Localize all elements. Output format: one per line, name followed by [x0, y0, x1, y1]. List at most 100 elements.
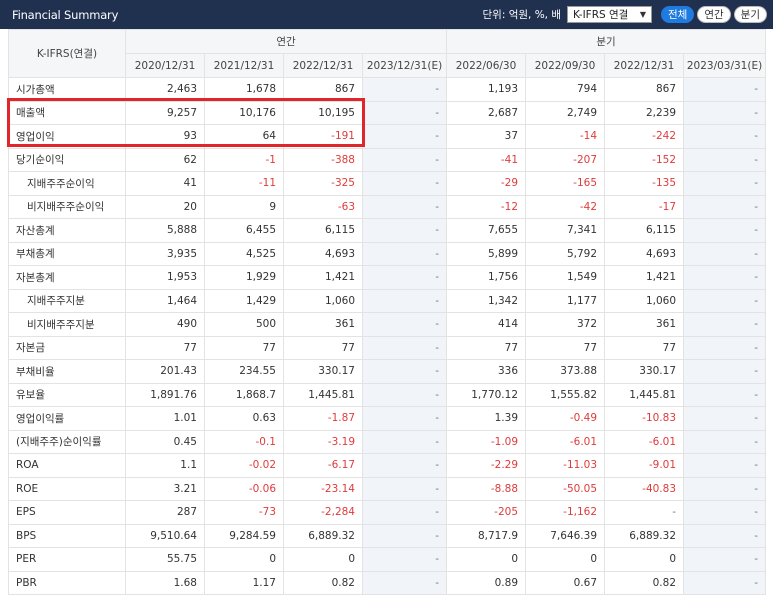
table-cell: 37	[446, 124, 527, 149]
row-label: 영업이익률	[8, 406, 126, 431]
table-cell: 1.68	[125, 570, 205, 595]
row-label: 당기순이익	[8, 147, 126, 172]
table-cell: -29	[446, 171, 527, 196]
table-cell: 41	[125, 171, 205, 196]
table-cell: -12	[446, 194, 527, 219]
table-cell: 64	[204, 124, 284, 149]
table-cell: -	[361, 288, 448, 313]
table-cell: -1	[204, 147, 284, 172]
table-cell: 0	[525, 547, 606, 572]
table-cell: 0.89	[446, 570, 527, 595]
table-cell: -	[683, 218, 767, 243]
table-cell: 10,195	[283, 100, 363, 125]
table-cell: 330.17	[604, 359, 685, 384]
table-cell: 0.82	[283, 570, 363, 595]
button-quarter[interactable]: 분기	[733, 6, 767, 23]
table-cell: 5,899	[446, 241, 527, 266]
table-cell: -	[683, 171, 767, 196]
table-cell: -	[361, 453, 448, 478]
table-cell: 0.82	[604, 570, 685, 595]
table-cell: -1,162	[525, 500, 606, 525]
table-cell: -10.83	[604, 406, 685, 431]
row-label: BPS	[8, 523, 126, 548]
row-label: 부채비율	[8, 359, 126, 384]
corner-label: K-IFRS(연결)	[8, 29, 126, 78]
table-row: 자산총계 5,888 6,455 6,115-7,655 7,341 6,115-	[8, 218, 767, 243]
table-row: 비지배주주지분 490 500 361-414 372 361-	[8, 312, 767, 337]
table-row: 지배주주지분 1,464 1,429 1,060-1,342 1,177 1,060-	[8, 288, 767, 313]
button-all[interactable]: 전체	[661, 6, 695, 23]
table-cell: -	[361, 570, 448, 595]
table-cell: 6,455	[204, 218, 284, 243]
table-cell: -191	[283, 124, 363, 149]
table-cell: 1,421	[604, 265, 685, 290]
table-cell: -	[361, 312, 448, 337]
table-cell: 77	[283, 335, 363, 360]
table-cell: -	[683, 265, 767, 290]
table-row: BPS 9,510.64 9,284.59 6,889.32-8,717.9 7,646…	[8, 523, 767, 548]
table-cell: -6.01	[525, 429, 606, 454]
table-cell: 6,889.32	[283, 523, 363, 548]
table-cell: -	[361, 77, 448, 102]
table-cell: 9,257	[125, 100, 205, 125]
table-row: 영업이익 93 64 -191-37 -14 -242-	[8, 124, 767, 149]
table-cell: -388	[283, 147, 363, 172]
table-cell: 1,342	[446, 288, 527, 313]
table-cell: 0.67	[525, 570, 606, 595]
table-cell: -41	[446, 147, 527, 172]
row-label: 매출액	[8, 100, 126, 125]
row-label: ROA	[8, 453, 126, 478]
table-cell: 9,510.64	[125, 523, 205, 548]
group-annual-header: 연간	[124, 29, 448, 54]
table-cell: 330.17	[283, 359, 363, 384]
table-cell: -	[683, 547, 767, 572]
row-label: ROE	[8, 476, 126, 501]
table-cell: -0.06	[204, 476, 284, 501]
table-cell: -	[683, 500, 767, 525]
table-cell: 500	[204, 312, 284, 337]
row-label: 자본금	[8, 335, 126, 360]
table-cell: -	[683, 194, 767, 219]
table-cell: -2.29	[446, 453, 527, 478]
table-row: 지배주주순이익 41 -11 -325- -29 -165 -135-	[8, 171, 767, 196]
table-cell: -	[361, 194, 448, 219]
header-controls: 단위: 억원, %, 배 K-IFRS 연결 ▼ 전체 연간 분기	[483, 0, 767, 29]
table-cell: 414	[446, 312, 527, 337]
table-cell: 8,717.9	[446, 523, 527, 548]
table-cell: 1,445.81	[283, 382, 363, 407]
select-value: K-IFRS 연결	[573, 9, 629, 21]
table-cell: 794	[525, 77, 606, 102]
table-cell: 490	[125, 312, 205, 337]
table-cell: 6,115	[283, 218, 363, 243]
table-row: 자본금 77 77 77-77 77 77-	[8, 335, 767, 360]
row-label: 비지배주주지분	[8, 312, 126, 337]
button-annual[interactable]: 연간	[697, 6, 731, 23]
table-cell: -11.03	[525, 453, 606, 478]
table-row: ROE 3.21 -0.06 -23.14- -8.88 -50.05 -40.83-	[8, 476, 767, 501]
row-label: 지배주주순이익	[8, 171, 126, 196]
table-cell: -23.14	[283, 476, 363, 501]
table-cell: 9,284.59	[204, 523, 284, 548]
row-label: 영업이익	[8, 124, 126, 149]
table-row: 비지배주주순이익 20 9 -63- -12 -42 -17-	[8, 194, 767, 219]
table-cell: -	[361, 171, 448, 196]
table-cell: 1,678	[204, 77, 284, 102]
column-header: 2022/12/31	[604, 53, 685, 78]
table-cell: -14	[525, 124, 606, 149]
table-cell: 0	[604, 547, 685, 572]
table-cell: 6,889.32	[604, 523, 685, 548]
table-cell: -	[604, 500, 685, 525]
table-row: 매출액 9,257 10,176 10,195-2,687 2,749 2,239-	[8, 100, 767, 125]
table-cell: -	[361, 265, 448, 290]
table-cell: 1,193	[446, 77, 527, 102]
accounting-standard-select[interactable]: K-IFRS 연결 ▼	[567, 6, 653, 23]
table-cell: 1,756	[446, 265, 527, 290]
table-row: 영업이익률 1.01 0.63 -1.87-1.39 -0.49 -10.83-	[8, 406, 767, 431]
table-cell: 7,655	[446, 218, 527, 243]
table-cell: -	[361, 147, 448, 172]
table-cell: 5,888	[125, 218, 205, 243]
column-header: 2022/06/30	[446, 53, 527, 78]
table-cell: -9.01	[604, 453, 685, 478]
table-cell: 1.01	[125, 406, 205, 431]
table-cell: -	[683, 429, 767, 454]
